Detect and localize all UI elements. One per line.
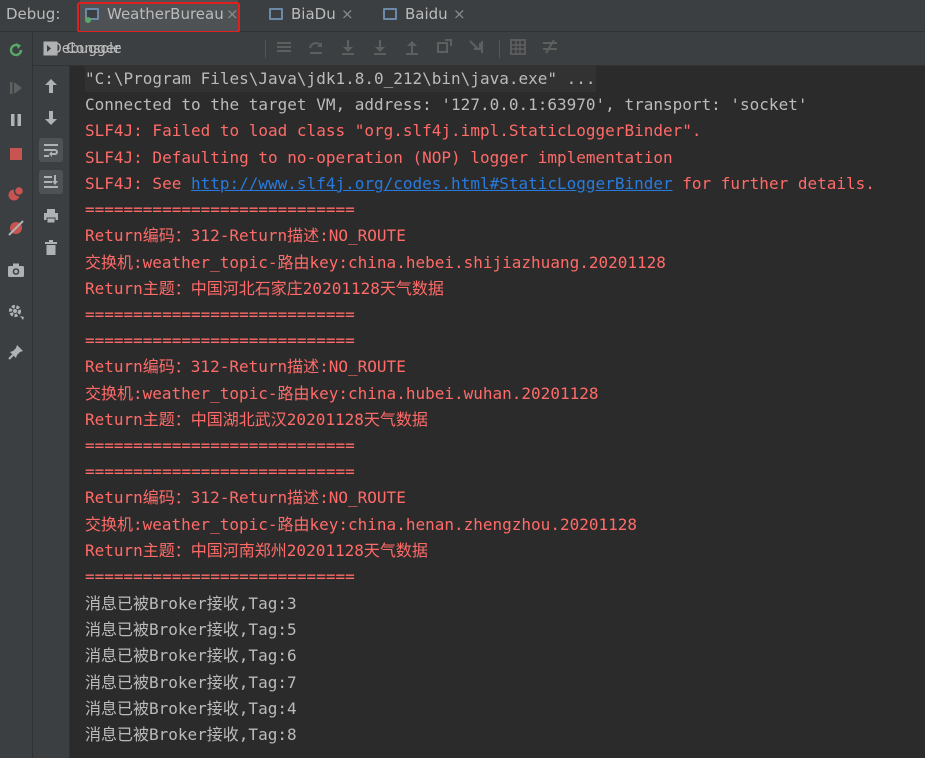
console-line: 消息已被Broker接收,Tag:4 bbox=[85, 699, 297, 718]
console-label: Console bbox=[66, 41, 122, 57]
close-icon[interactable]: × bbox=[453, 5, 466, 23]
console-line: SLF4J: Failed to load class "org.slf4j.i… bbox=[85, 121, 702, 140]
gear-icon[interactable] bbox=[6, 302, 26, 322]
rerun-icon[interactable] bbox=[6, 40, 26, 60]
console-line: "C:\Program Files\Java\jdk1.8.0_212\bin\… bbox=[85, 66, 596, 92]
console-line: 交换机:weather_topic-路由key:china.henan.zhen… bbox=[85, 515, 638, 534]
separator bbox=[499, 40, 500, 58]
console-line: Return编码：312-Return描述:NO_ROUTE bbox=[85, 488, 406, 507]
console-line: 交换机:weather_topic-路由key:china.hubei.wuha… bbox=[85, 384, 599, 403]
close-icon[interactable]: × bbox=[341, 5, 354, 23]
console-text: SLF4J: See bbox=[85, 174, 191, 193]
down-arrow-icon[interactable] bbox=[39, 106, 63, 130]
slf4j-link[interactable]: http://www.slf4j.org/codes.html#StaticLo… bbox=[191, 174, 673, 193]
debug-label: Debug: bbox=[6, 5, 61, 23]
console-line: Return主题：中国河南郑州20201128天气数据 bbox=[85, 541, 428, 560]
trash-icon[interactable] bbox=[39, 236, 63, 260]
console-line: 消息已被Broker接收,Tag:7 bbox=[85, 673, 297, 692]
console-icon bbox=[43, 41, 58, 60]
run-config-icon bbox=[383, 8, 397, 20]
run-to-cursor-icon[interactable] bbox=[467, 39, 485, 57]
tab-label: Baidu bbox=[405, 5, 448, 23]
soft-wrap-icon[interactable] bbox=[39, 138, 63, 162]
active-tab-highlight bbox=[77, 2, 240, 33]
console-text: for further details. bbox=[672, 174, 875, 193]
tab-label: BiaDu bbox=[291, 5, 336, 23]
separator bbox=[265, 40, 266, 58]
stop-icon[interactable] bbox=[6, 144, 26, 164]
pin-icon[interactable] bbox=[6, 342, 26, 362]
console-toolbar bbox=[33, 66, 70, 758]
mute-breakpoints-icon[interactable] bbox=[6, 218, 26, 238]
console-line: Return编码：312-Return描述:NO_ROUTE bbox=[85, 226, 406, 245]
step-out-icon[interactable] bbox=[403, 39, 421, 57]
console-line: Connected to the target VM, address: '12… bbox=[85, 95, 808, 114]
console-line: ============================ bbox=[85, 436, 355, 455]
console-line: ============================ bbox=[85, 567, 355, 586]
force-step-into-icon[interactable] bbox=[371, 39, 389, 57]
console-line: 消息已被Broker接收,Tag:8 bbox=[85, 725, 297, 744]
print-icon[interactable] bbox=[39, 204, 63, 228]
console-line: 消息已被Broker接收,Tag:3 bbox=[85, 594, 297, 613]
debug-window: Debug: WeatherBureau × BiaDu × Baidu × D… bbox=[0, 0, 925, 758]
console-line: SLF4J: See http://www.slf4j.org/codes.ht… bbox=[85, 171, 875, 197]
debug-actions-toolbar bbox=[0, 32, 33, 758]
pause-icon[interactable] bbox=[6, 110, 26, 130]
console-line: ============================ bbox=[85, 200, 355, 219]
debug-subtabs: Debugger Console bbox=[33, 32, 925, 66]
console-line: Return编码：312-Return描述:NO_ROUTE bbox=[85, 357, 406, 376]
console-line: 交换机:weather_topic-路由key:china.hebei.shij… bbox=[85, 253, 666, 272]
view-breakpoints-icon[interactable] bbox=[6, 184, 26, 204]
run-config-icon bbox=[269, 8, 283, 20]
console-line: Return主题：中国湖北武汉20201128天气数据 bbox=[85, 410, 428, 429]
console-line: 消息已被Broker接收,Tag:6 bbox=[85, 646, 297, 665]
console-line: ============================ bbox=[85, 462, 355, 481]
console-output[interactable]: "C:\Program Files\Java\jdk1.8.0_212\bin\… bbox=[70, 66, 925, 758]
scroll-to-end-icon[interactable] bbox=[39, 170, 63, 194]
camera-icon[interactable] bbox=[6, 260, 26, 280]
tab-biadu[interactable]: BiaDu × bbox=[266, 0, 366, 31]
show-execution-point-icon[interactable] bbox=[275, 39, 293, 57]
tab-baidu[interactable]: Baidu × bbox=[380, 0, 480, 31]
trace-icon[interactable] bbox=[541, 39, 559, 57]
console-line: ============================ bbox=[85, 331, 355, 350]
up-arrow-icon[interactable] bbox=[39, 74, 63, 98]
console-line: 消息已被Broker接收,Tag:5 bbox=[85, 620, 297, 639]
drop-frame-icon[interactable] bbox=[435, 39, 453, 57]
step-into-icon[interactable] bbox=[339, 39, 357, 57]
step-over-icon[interactable] bbox=[307, 39, 325, 57]
resume-icon[interactable] bbox=[6, 78, 26, 98]
console-line: ============================ bbox=[85, 305, 355, 324]
console-line: SLF4J: Defaulting to no-operation (NOP) … bbox=[85, 148, 673, 167]
evaluate-expression-icon[interactable] bbox=[509, 39, 527, 57]
console-line: Return主题：中国河北石家庄20201128天气数据 bbox=[85, 279, 444, 298]
